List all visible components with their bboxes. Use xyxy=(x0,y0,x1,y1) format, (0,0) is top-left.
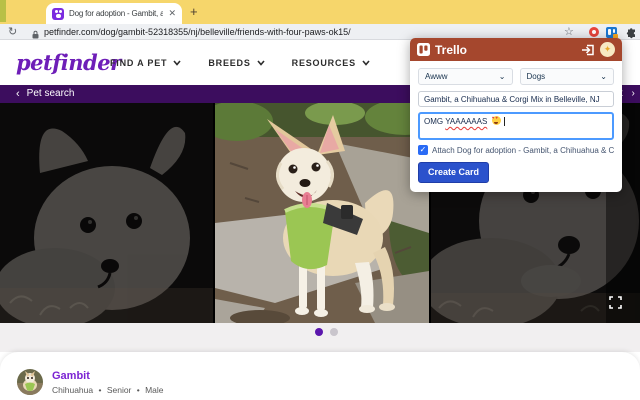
bookmark-star-icon[interactable]: ☆ xyxy=(564,25,574,38)
text-caret xyxy=(504,117,505,126)
create-card-button[interactable]: Create Card xyxy=(418,162,489,183)
nav-resources[interactable]: RESOURCES xyxy=(292,58,370,68)
carousel-photo-current[interactable] xyxy=(215,103,429,323)
reload-icon[interactable]: ↻ xyxy=(8,25,17,38)
carousel-photo-previous[interactable] xyxy=(0,103,213,323)
board-select-value: Awww xyxy=(425,72,448,81)
main-nav: FIND A PET BREEDS RESOURCES xyxy=(110,41,370,85)
browser-tab[interactable]: Dog for adoption - Gambit, a C ✕ xyxy=(46,3,182,24)
trello-logo-icon xyxy=(417,43,430,56)
trello-popup: Trello ✦ Awww ⌄ Dogs ⌄ Gambit, a C xyxy=(410,38,622,192)
pet-meta: Chihuahua • Senior • Male xyxy=(52,385,164,395)
back-chevron-icon: ‹ xyxy=(16,89,20,99)
board-select[interactable]: Awww ⌄ xyxy=(418,68,513,85)
chevron-down-icon xyxy=(257,60,265,66)
nav-find-a-pet[interactable]: FIND A PET xyxy=(110,58,181,68)
user-avatar[interactable]: ✦ xyxy=(600,42,615,57)
nav-breeds[interactable]: BREEDS xyxy=(208,58,264,68)
trello-extension-icon[interactable] xyxy=(606,27,617,38)
chevron-down-icon xyxy=(173,60,181,66)
tab-title: Dog for adoption - Gambit, a C xyxy=(69,9,163,18)
card-title-input[interactable]: Gambit, a Chihuahua & Corgi Mix in Belle… xyxy=(418,91,614,107)
trello-popup-header: Trello ✦ xyxy=(410,38,622,61)
fullscreen-icon[interactable] xyxy=(609,296,622,314)
pet-name[interactable]: Gambit xyxy=(52,370,90,382)
attach-label: Attach Dog for adoption - Gambit, a Chih… xyxy=(432,146,614,155)
attach-checkbox-checked[interactable]: ✓ xyxy=(418,145,428,155)
sign-out-icon[interactable] xyxy=(581,44,595,56)
carousel-dot[interactable] xyxy=(330,328,338,336)
card-description-textarea[interactable]: OMG YAAAAAAS xyxy=(418,112,614,140)
carousel-dots xyxy=(0,323,640,352)
new-tab-button[interactable]: + xyxy=(190,4,198,19)
back-to-pet-search[interactable]: ‹ Pet search xyxy=(16,88,74,99)
description-prefix: OMG xyxy=(424,117,443,126)
chevron-down-icon: ⌄ xyxy=(499,72,506,81)
carousel-dot-active[interactable] xyxy=(315,328,323,336)
trello-popup-body: Awww ⌄ Dogs ⌄ Gambit, a Chihuahua & Corg… xyxy=(410,61,622,192)
chevron-down-icon xyxy=(362,60,370,66)
next-button-fragment[interactable]: t › xyxy=(620,88,638,99)
trello-popup-title: Trello xyxy=(435,43,576,57)
tab-strip: Dog for adoption - Gambit, a C ✕ + xyxy=(0,0,640,24)
pet-avatar[interactable] xyxy=(17,369,43,395)
petfinder-logo[interactable]: petfinder xyxy=(16,50,121,75)
chevron-down-icon: ⌄ xyxy=(600,72,607,81)
extension-icon-red[interactable] xyxy=(589,27,599,37)
browser-window: Dog for adoption - Gambit, a C ✕ + ↻ pet… xyxy=(0,0,640,400)
back-label: Pet search xyxy=(27,88,75,99)
list-select-value: Dogs xyxy=(527,72,546,81)
list-select[interactable]: Dogs ⌄ xyxy=(520,68,615,85)
tab-close-icon[interactable]: ✕ xyxy=(168,8,176,19)
theme-accent xyxy=(0,0,6,22)
description-misspelled-word: YAAAAAAS xyxy=(445,117,487,126)
url-text[interactable]: petfinder.com/dog/gambit-52318355/nj/bel… xyxy=(44,27,351,37)
attach-checkbox-row[interactable]: ✓ Attach Dog for adoption - Gambit, a Ch… xyxy=(418,145,614,155)
petfinder-favicon xyxy=(52,8,64,20)
pet-summary-card: Gambit Chihuahua • Senior • Male xyxy=(0,352,640,400)
heart-eyes-emoji xyxy=(492,116,501,125)
